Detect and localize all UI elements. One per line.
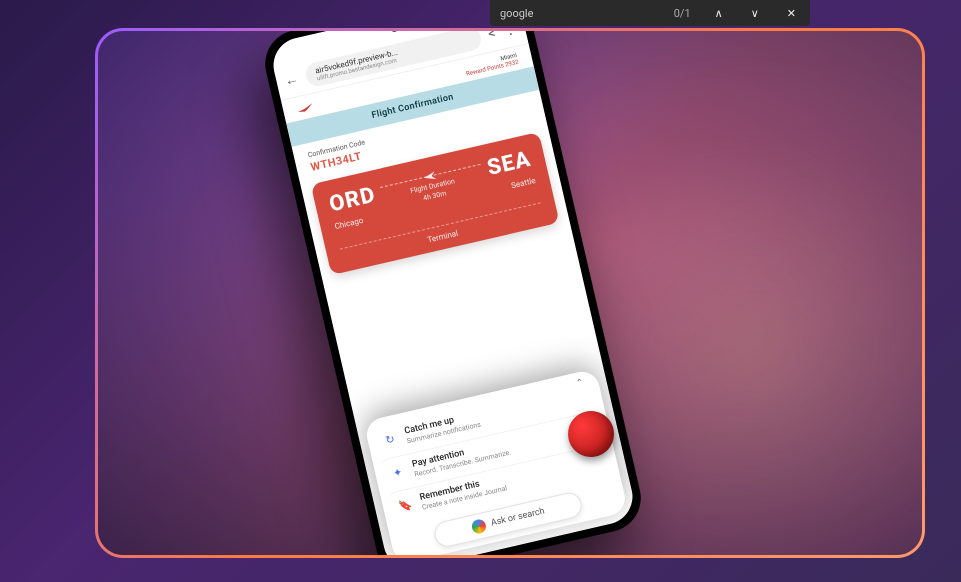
refresh-icon: ↻ — [380, 430, 399, 449]
find-next-button[interactable]: ∨ — [747, 7, 763, 20]
bookmark-icon: 🔖 — [396, 496, 415, 515]
phone-screen: ▴ ▮ ← air5voked9f.preview-b... uilift.pr… — [268, 31, 638, 555]
dest-code: SEA — [485, 149, 533, 180]
find-count: 0/1 — [674, 7, 691, 20]
find-close-button[interactable]: ✕ — [783, 7, 800, 20]
photo-background: ▴ ▮ ← air5voked9f.preview-b... uilift.pr… — [98, 31, 922, 555]
overflow-menu-icon[interactable]: ⋮ — [501, 31, 518, 39]
airline-logo — [296, 101, 318, 115]
destination: SEA Seattle — [485, 149, 536, 195]
assistant-logo-icon — [470, 518, 487, 535]
route-middle: Flight Duration 4h 30m — [373, 159, 492, 213]
assistant-sheet[interactable]: ⌃ ↻ Catch me up Summarize notifications … — [363, 368, 628, 555]
smartphone: ▴ ▮ ← air5voked9f.preview-b... uilift.pr… — [258, 31, 647, 555]
back-icon[interactable]: ← — [283, 70, 300, 90]
origin: ORD Chicago — [327, 185, 381, 232]
find-query[interactable]: google — [500, 7, 533, 20]
find-prev-button[interactable]: ∧ — [711, 7, 727, 20]
find-in-page-bar: google 0/1 ∧ ∨ ✕ — [490, 0, 810, 26]
assistant-pill-label: Ask or search — [490, 506, 546, 528]
sparkle-icon: ✦ — [388, 463, 407, 482]
share-icon[interactable]: < — [486, 31, 497, 42]
gradient-frame: ▴ ▮ ← air5voked9f.preview-b... uilift.pr… — [95, 28, 925, 558]
page-content: Miami Reward Points 2932 Flight Confirma… — [281, 44, 638, 555]
origin-code: ORD — [327, 185, 377, 217]
